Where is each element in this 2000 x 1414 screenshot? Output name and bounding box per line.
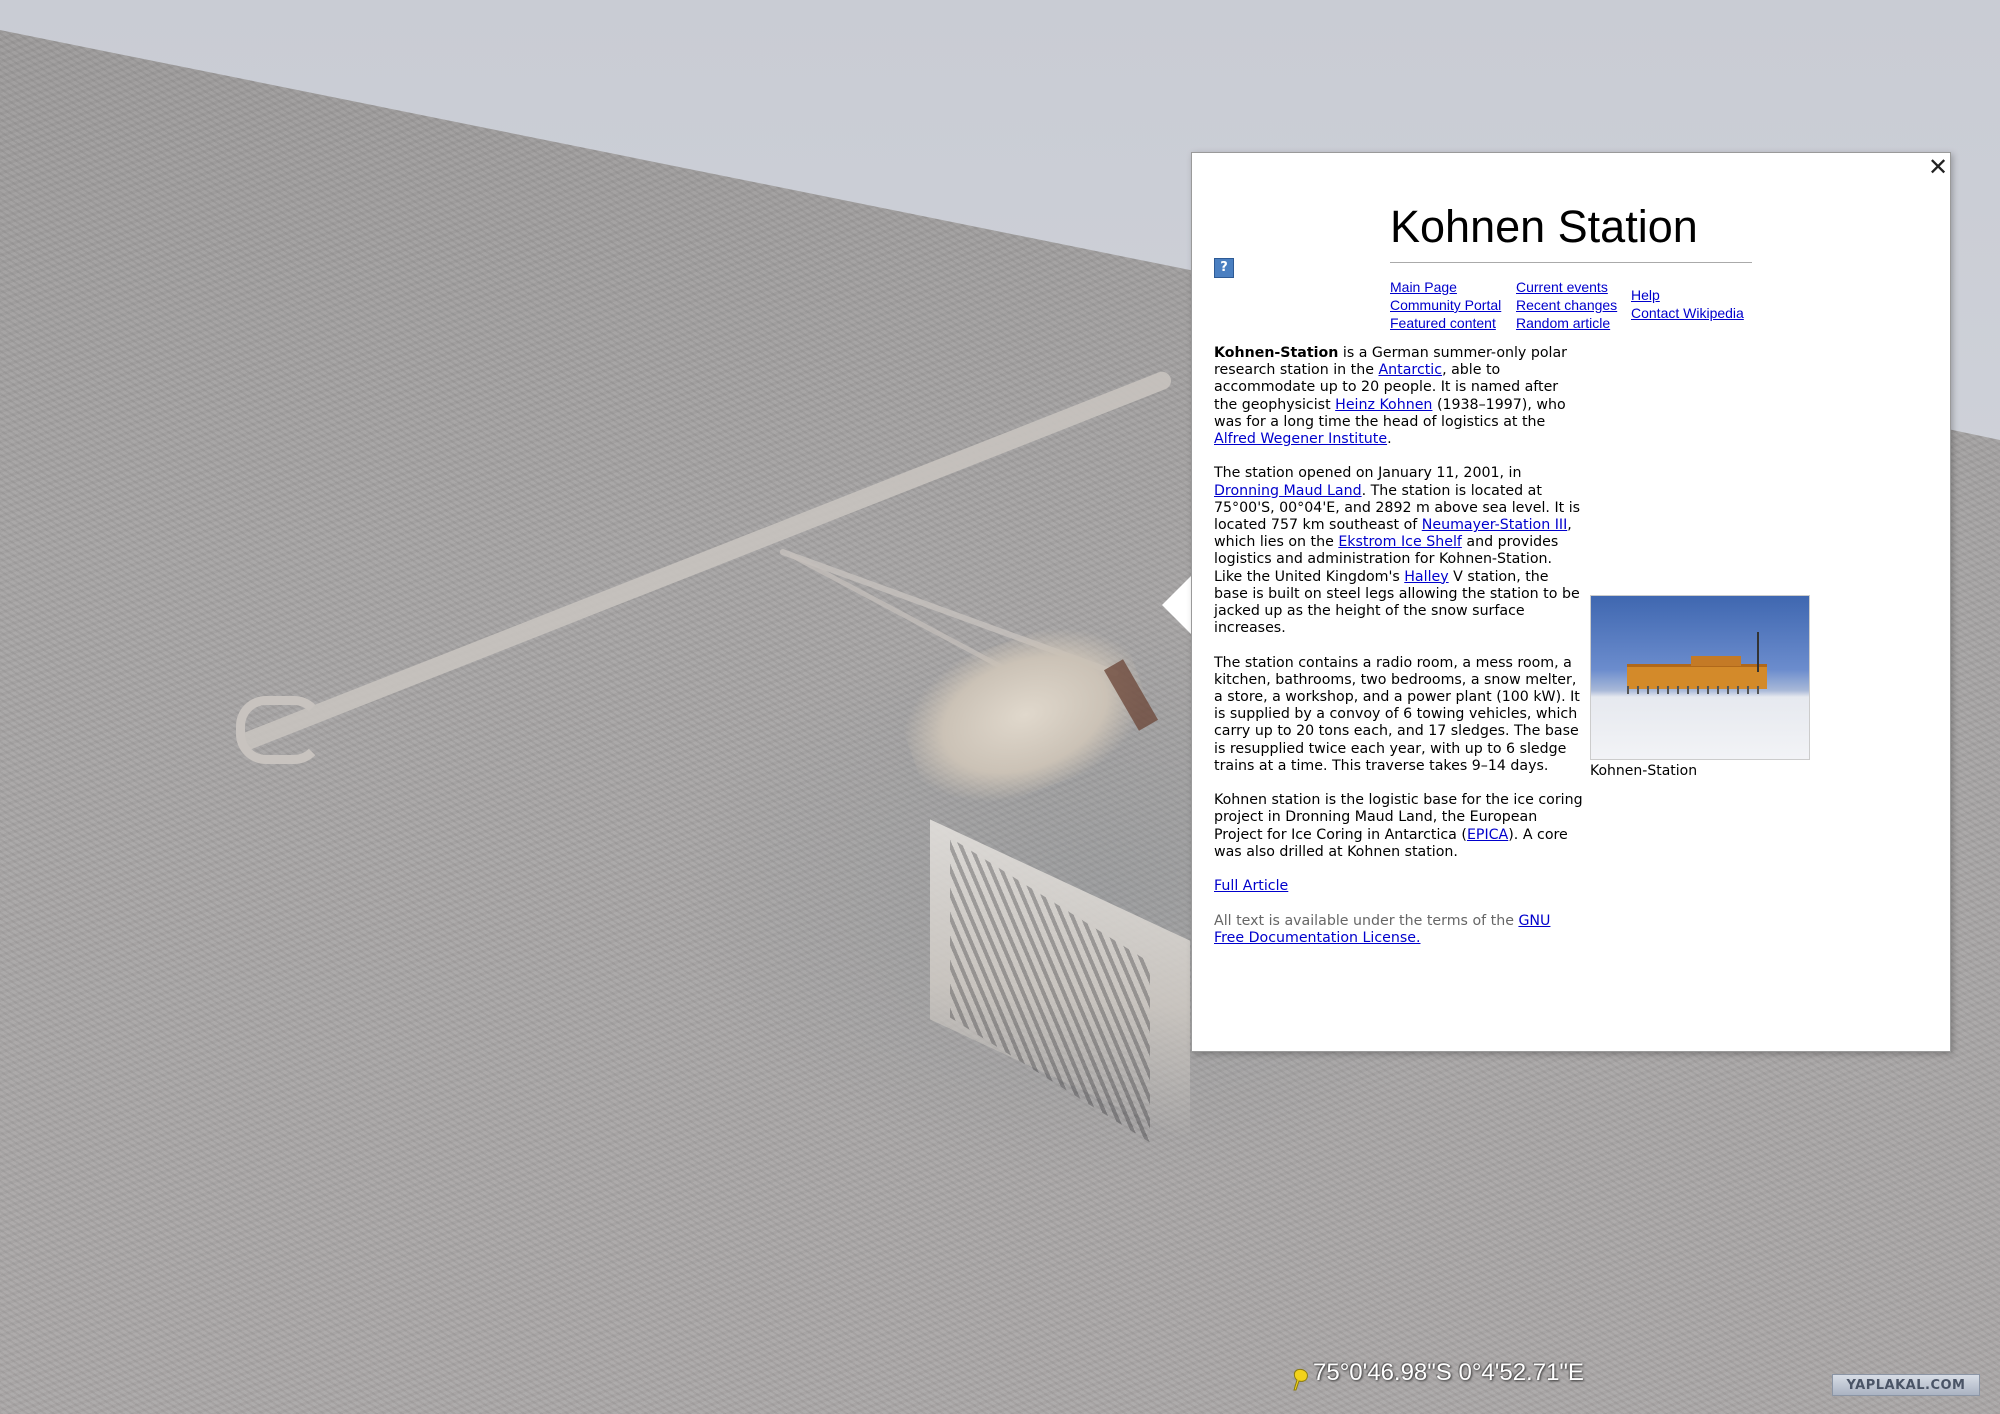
paragraph-epica: Kohnen station is the logistic base for … [1214, 792, 1584, 861]
article-subject: Kohnen-Station [1214, 345, 1339, 361]
text: All text is available under the terms of… [1214, 912, 1519, 929]
coordinates-readout: 75°0'46.98"S 0°4'52.71"E [1313, 1359, 1584, 1386]
watermark-logo: YAPLAKAL.COM [1832, 1374, 1980, 1396]
link-neumayer-station[interactable]: Neumayer-Station III [1422, 517, 1568, 533]
paragraph-intro: Kohnen-Station is a German summer-only p… [1214, 345, 1584, 448]
placemark-pin-icon[interactable] [1293, 1368, 1311, 1392]
nav-featured-content[interactable]: Featured content [1390, 315, 1496, 331]
link-antarctic[interactable]: Antarctic [1378, 362, 1442, 378]
photo-caption: Kohnen-Station [1590, 763, 1698, 779]
link-dronning-maud-land[interactable]: Dronning Maud Land [1214, 483, 1362, 499]
title-divider [1390, 262, 1752, 263]
info-balloon: ✕ ? Kohnen Station Main Page Community P… [1191, 152, 1951, 1052]
close-icon[interactable]: ✕ [1928, 155, 1948, 179]
balloon-pointer [1162, 575, 1192, 635]
nav-random-article[interactable]: Random article [1516, 315, 1610, 331]
nav-help[interactable]: Help [1631, 287, 1660, 303]
text: The station opened on January 11, 2001, … [1214, 465, 1522, 482]
photo-building [1691, 656, 1741, 666]
station-photo[interactable] [1590, 595, 1810, 760]
link-ekstrom-ice-shelf[interactable]: Ekstrom Ice Shelf [1338, 534, 1462, 550]
help-icon[interactable]: ? [1214, 258, 1234, 278]
paragraph-facilities: The station contains a radio room, a mes… [1214, 654, 1580, 774]
link-halley[interactable]: Halley [1404, 569, 1448, 585]
photo-mast [1757, 632, 1759, 672]
article-title: Kohnen Station [1390, 201, 1698, 252]
article-body: Kohnen-Station is a German summer-only p… [1214, 345, 1584, 964]
link-alfred-wegener-institute[interactable]: Alfred Wegener Institute [1214, 431, 1387, 447]
full-article-link[interactable]: Full Article [1214, 878, 1288, 894]
photo-steel-legs [1627, 686, 1767, 694]
full-article-row: Full Article [1214, 878, 1584, 895]
nav-current-events[interactable]: Current events [1516, 279, 1608, 295]
nav-main-page[interactable]: Main Page [1390, 279, 1457, 295]
nav-recent-changes[interactable]: Recent changes [1516, 297, 1617, 313]
nav-contact-wikipedia[interactable]: Contact Wikipedia [1631, 305, 1744, 321]
link-heinz-kohnen[interactable]: Heinz Kohnen [1335, 397, 1432, 413]
link-epica[interactable]: EPICA [1467, 827, 1508, 843]
license-notice: All text is available under the terms of… [1214, 913, 1584, 947]
paragraph-location: The station opened on January 11, 2001, … [1214, 465, 1584, 637]
text: . [1387, 431, 1392, 448]
nav-community-portal[interactable]: Community Portal [1390, 297, 1501, 313]
skiway-turnaround [236, 696, 324, 764]
